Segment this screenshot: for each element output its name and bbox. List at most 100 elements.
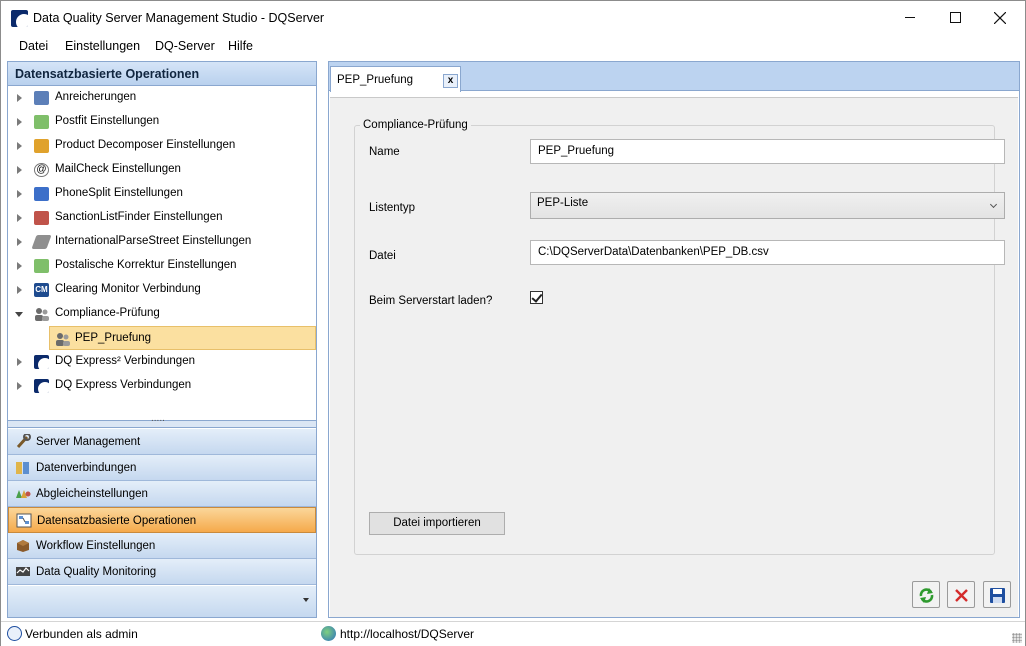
tree-item-postalische-korrektur[interactable]: Postalische Korrektur Einstellungen <box>8 254 316 278</box>
dq-express-icon <box>34 355 49 369</box>
cancel-icon <box>955 589 968 602</box>
import-file-button[interactable]: Datei importieren <box>369 512 505 535</box>
settings-tree: Anreicherungen Postfit Einstellungen Pro… <box>8 86 316 420</box>
expand-arrow-icon[interactable] <box>17 142 22 150</box>
nav-data-quality-monitoring[interactable]: Data Quality Monitoring <box>8 559 316 585</box>
tab-pep-pruefung[interactable]: PEP_Pruefung x <box>330 66 461 92</box>
collapse-arrow-icon[interactable] <box>15 312 23 317</box>
tree-item-anreicherungen[interactable]: Anreicherungen <box>8 86 316 110</box>
tree-item-internationalparsestreet[interactable]: InternationalParseStreet Einstellungen <box>8 230 316 254</box>
expand-arrow-icon[interactable] <box>17 166 22 174</box>
datei-label: Datei <box>369 250 396 262</box>
save-icon <box>990 588 1005 603</box>
expand-arrow-icon[interactable] <box>17 94 22 102</box>
expand-arrow-icon[interactable] <box>17 286 22 294</box>
expand-arrow-icon[interactable] <box>17 214 22 222</box>
monitoring-icon <box>15 564 31 579</box>
editor-panel: PEP_Pruefung x Name PEP_Pruefung Listent… <box>328 61 1020 618</box>
globe-icon <box>321 626 336 641</box>
serverstart-label: Beim Serverstart laden? <box>369 295 493 307</box>
nav-overflow-bar[interactable] <box>8 586 316 617</box>
record-operations-icon <box>16 513 32 528</box>
title-bar: Data Quality Server Management Studio - … <box>1 1 1025 34</box>
nav-label: Datenverbindungen <box>36 462 137 474</box>
tree-item-label: DQ Express² Verbindungen <box>55 355 195 367</box>
menu-einstellungen[interactable]: Einstellungen <box>65 39 140 53</box>
expand-arrow-icon[interactable] <box>17 382 22 390</box>
tree-item-label: PhoneSplit Einstellungen <box>55 187 183 199</box>
tree-item-mailcheck[interactable]: @ MailCheck Einstellungen <box>8 158 316 182</box>
tree-item-sanctionlistfinder[interactable]: SanctionListFinder Einstellungen <box>8 206 316 230</box>
database-icon <box>15 460 31 475</box>
chevron-down-icon[interactable] <box>303 598 309 602</box>
tab-label: PEP_Pruefung <box>337 74 414 86</box>
cm-icon: CM <box>34 283 49 297</box>
wrench-icon <box>15 433 31 449</box>
expand-arrow-icon[interactable] <box>17 118 22 126</box>
sanction-list-icon <box>34 211 49 225</box>
dq-express-icon <box>34 379 49 393</box>
tree-item-label: Anreicherungen <box>55 91 137 103</box>
tree-item-pep-pruefung[interactable]: PEP_Pruefung <box>49 326 316 350</box>
listentyp-label: Listentyp <box>369 202 416 214</box>
app-window: Data Quality Server Management Studio - … <box>0 0 1026 646</box>
datei-input[interactable]: C:\DQServerData\Datenbanken\PEP_DB.csv <box>530 240 1005 265</box>
status-bar: Verbunden als admin http://localhost/DQS… <box>1 621 1025 646</box>
listentyp-selected-value: PEP-Liste <box>537 197 589 209</box>
tree-item-label: MailCheck Einstellungen <box>55 163 181 175</box>
tree-item-compliance-pruefung[interactable]: Compliance-Prüfung <box>8 302 316 326</box>
nav-server-management[interactable]: Server Management <box>8 429 316 455</box>
nav-label: Server Management <box>36 436 141 448</box>
tab-close-button[interactable]: x <box>443 74 458 88</box>
tree-item-label: Product Decomposer Einstellungen <box>55 139 236 151</box>
info-icon <box>7 626 22 641</box>
close-window-button[interactable] <box>977 1 1023 34</box>
minimize-button[interactable] <box>887 1 933 34</box>
name-input[interactable]: PEP_Pruefung <box>530 139 1005 164</box>
phone-icon <box>34 187 49 201</box>
resize-grip[interactable] <box>1012 633 1022 643</box>
tree-item-phonesplit[interactable]: PhoneSplit Einstellungen <box>8 182 316 206</box>
nav-label: Abgleicheinstellungen <box>36 488 148 500</box>
tree-item-label: Postfit Einstellungen <box>55 115 160 127</box>
close-icon <box>994 12 1006 24</box>
tree-item-label: Postalische Korrektur Einstellungen <box>55 259 237 271</box>
cancel-button[interactable] <box>947 581 975 608</box>
tree-item-label: InternationalParseStreet Einstellungen <box>55 235 252 247</box>
server-url: http://localhost/DQServer <box>340 627 475 641</box>
refresh-button[interactable] <box>912 581 940 608</box>
nav-abgleicheinstellungen[interactable]: Abgleicheinstellungen <box>8 481 316 507</box>
tab-strip: PEP_Pruefung x <box>329 62 1019 92</box>
menu-datei[interactable]: Datei <box>19 39 48 53</box>
menu-dq-server[interactable]: DQ-Server <box>155 39 215 53</box>
menu-hilfe[interactable]: Hilfe <box>228 39 253 53</box>
expand-arrow-icon[interactable] <box>17 262 22 270</box>
tree-item-dq-express[interactable]: DQ Express Verbindungen <box>8 374 316 398</box>
window-title: Data Quality Server Management Studio - … <box>33 11 325 25</box>
match-settings-icon <box>15 486 31 501</box>
expand-arrow-icon[interactable] <box>17 190 22 198</box>
expand-arrow-icon[interactable] <box>17 358 22 366</box>
users-icon <box>55 332 70 346</box>
name-label: Name <box>369 146 400 158</box>
tree-item-dq-express2[interactable]: DQ Express² Verbindungen <box>8 350 316 374</box>
tree-item-clearing-monitor[interactable]: CM Clearing Monitor Verbindung <box>8 278 316 302</box>
menu-bar: Datei Einstellungen DQ-Server Hilfe <box>1 35 1025 58</box>
maximize-button[interactable] <box>932 1 978 34</box>
chevron-down-icon <box>989 200 998 209</box>
listentyp-select[interactable]: PEP-Liste <box>530 192 1005 219</box>
nav-datenverbindungen[interactable]: Datenverbindungen <box>8 455 316 481</box>
serverstart-checkbox[interactable] <box>530 291 543 304</box>
nav-datensatzbasierte-operationen[interactable]: Datensatzbasierte Operationen <box>8 507 316 533</box>
expand-arrow-icon[interactable] <box>17 238 22 246</box>
tree-item-label: Clearing Monitor Verbindung <box>55 283 201 295</box>
nav-label: Data Quality Monitoring <box>36 566 157 578</box>
save-button[interactable] <box>983 581 1011 608</box>
postfit-icon <box>34 115 49 129</box>
tree-item-label: Compliance-Prüfung <box>55 307 160 319</box>
tree-item-postfit[interactable]: Postfit Einstellungen <box>8 110 316 134</box>
nav-workflow-einstellungen[interactable]: Workflow Einstellungen <box>8 533 316 559</box>
tree-item-product-decomposer[interactable]: Product Decomposer Einstellungen <box>8 134 316 158</box>
splitter-grip[interactable] <box>8 413 316 428</box>
navigation-panel: Datensatzbasierte Operationen Anreicheru… <box>7 61 317 618</box>
